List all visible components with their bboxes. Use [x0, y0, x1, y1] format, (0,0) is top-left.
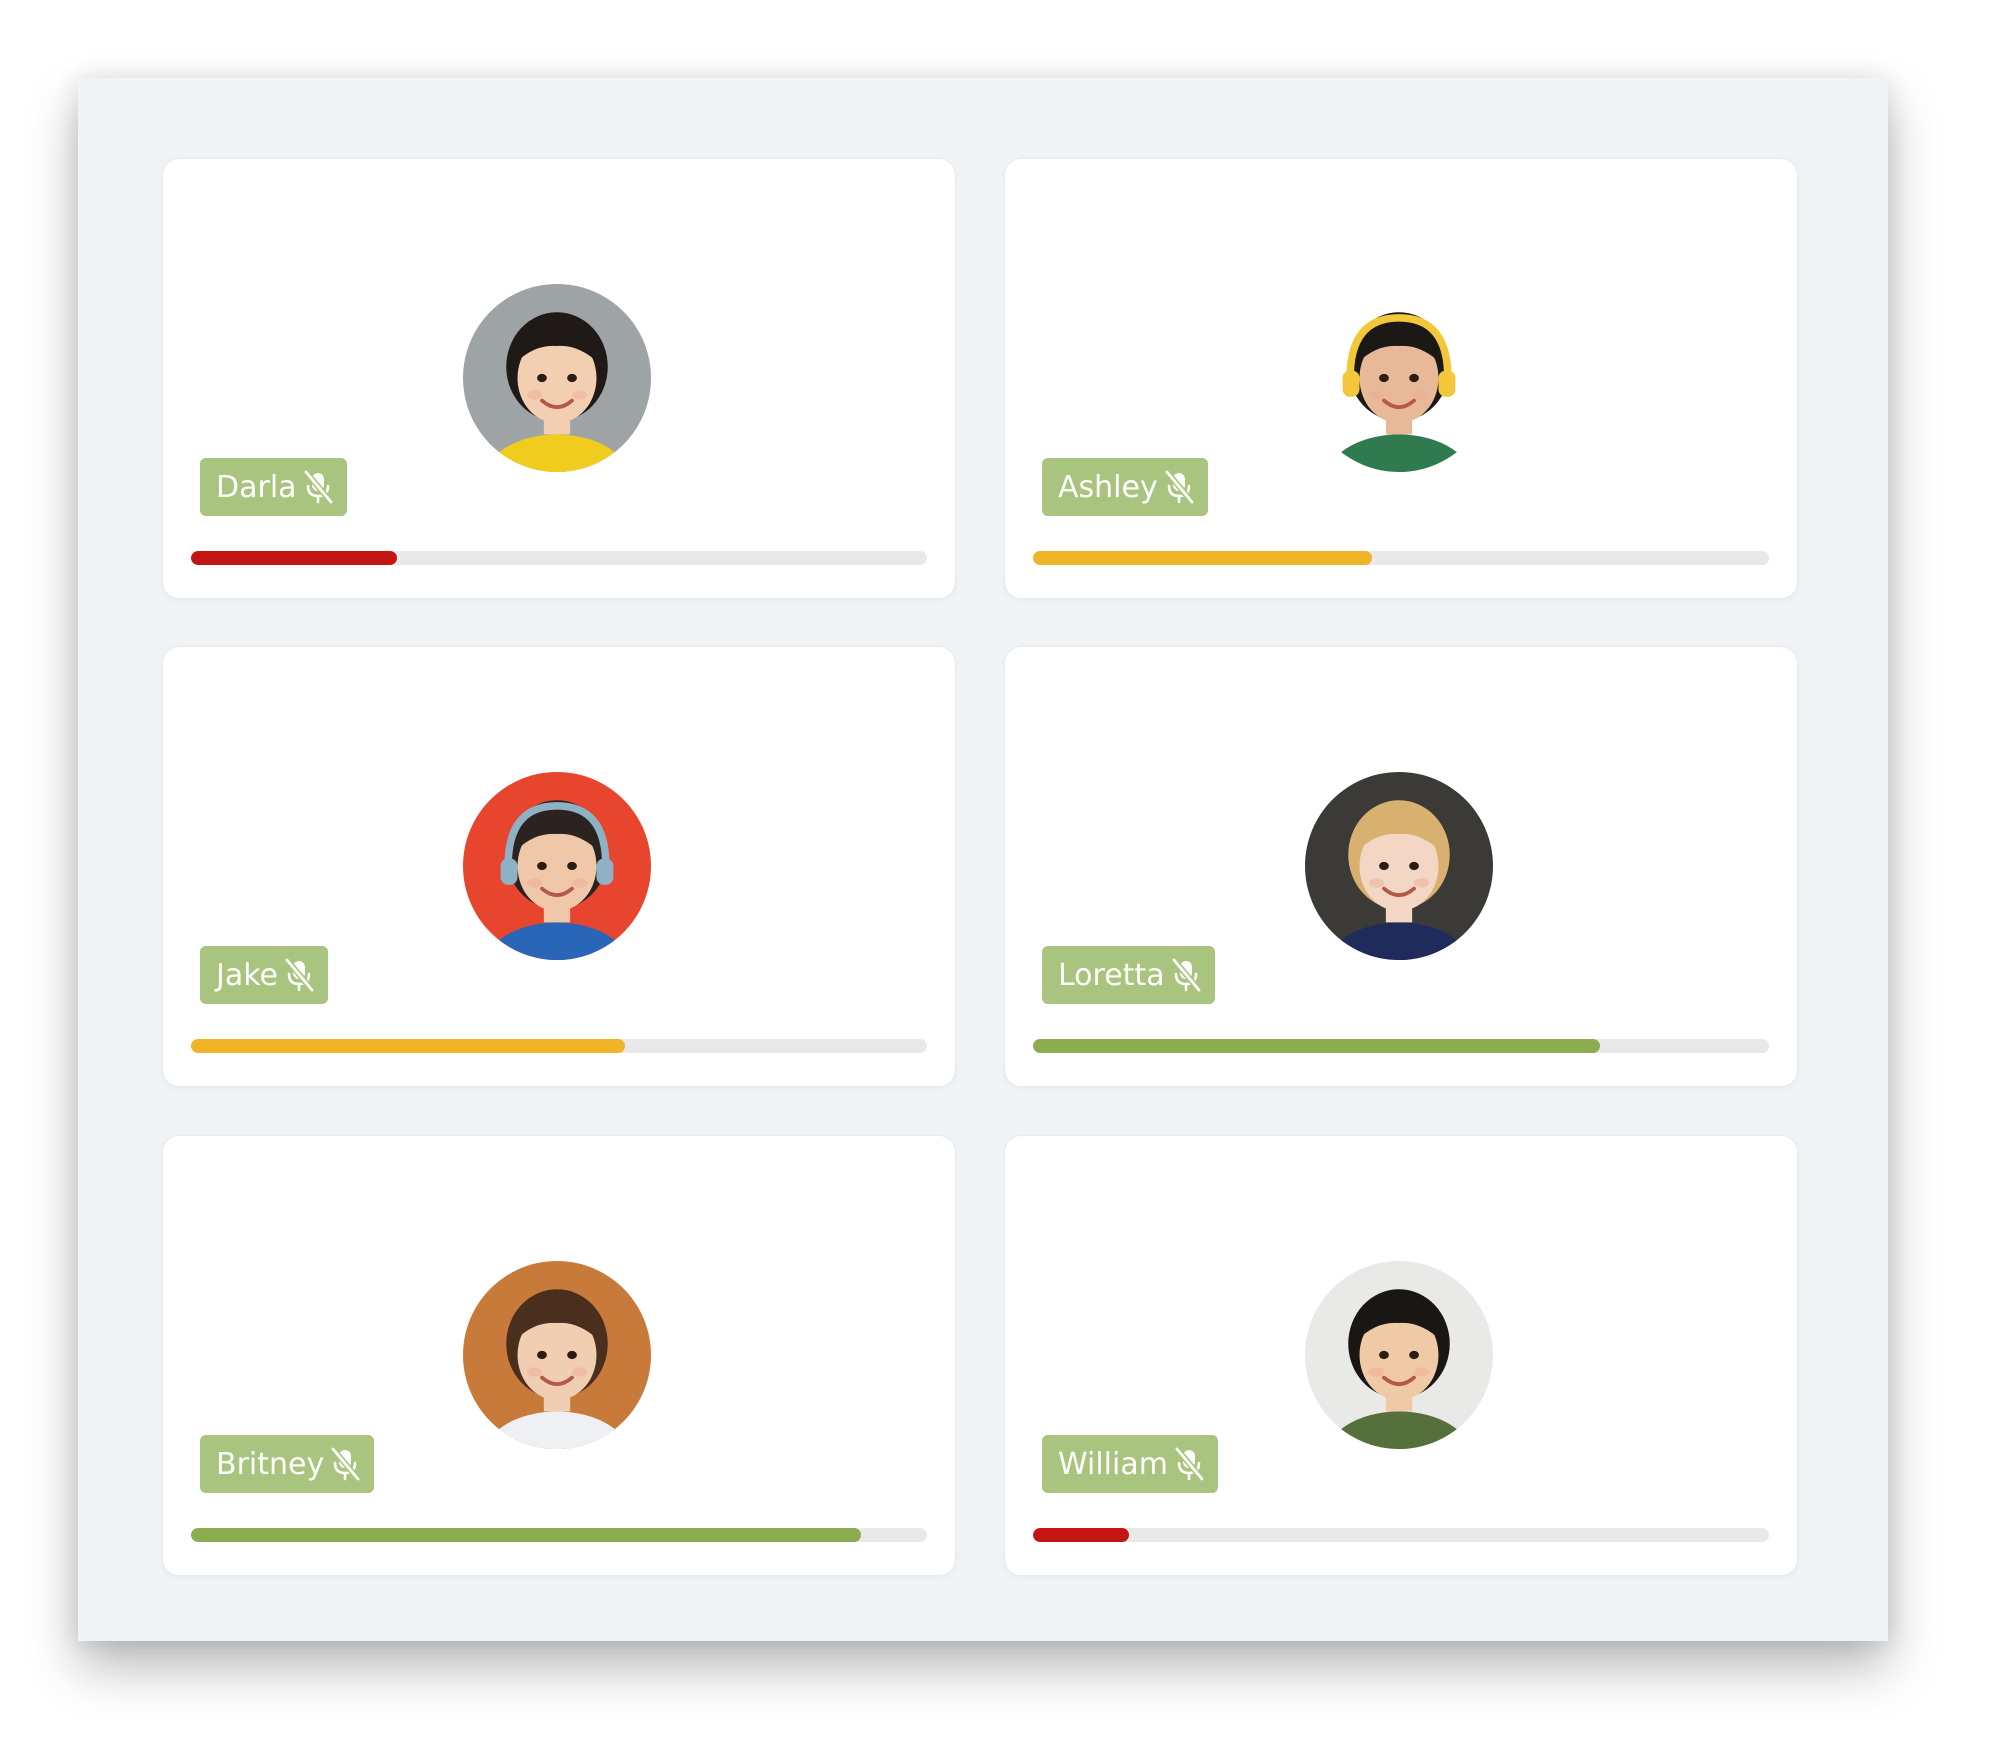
- participant-name: Britney: [216, 1446, 325, 1482]
- participant-card[interactable]: Darla: [163, 159, 955, 598]
- audio-level-bar: [1033, 1528, 1769, 1542]
- participants-panel: Darla Ashley Jake Loretta Britney Willia…: [78, 78, 1888, 1641]
- audio-level-fill: [1033, 1528, 1129, 1542]
- audio-level-fill: [191, 1039, 626, 1053]
- name-badge: Loretta: [1042, 946, 1215, 1004]
- participant-card[interactable]: William: [1005, 1136, 1797, 1575]
- participant-name: Ashley: [1058, 469, 1158, 505]
- participant-name: William: [1058, 1446, 1168, 1482]
- audio-level-fill: [191, 1528, 861, 1542]
- mic-muted-icon[interactable]: [301, 469, 335, 505]
- audio-level-bar: [191, 1039, 927, 1053]
- avatar: [1305, 284, 1493, 472]
- audio-level-fill: [1033, 1039, 1600, 1053]
- audio-level-bar: [1033, 551, 1769, 565]
- avatar: [463, 1261, 651, 1449]
- avatar: [1305, 1261, 1493, 1449]
- name-badge: Ashley: [1042, 458, 1208, 516]
- participant-name: Jake: [216, 957, 278, 993]
- avatar: [463, 284, 651, 472]
- name-badge: William: [1042, 1435, 1218, 1493]
- participant-name: Darla: [216, 469, 297, 505]
- avatar: [1305, 772, 1493, 960]
- mic-muted-icon[interactable]: [1172, 1446, 1206, 1482]
- participant-name: Loretta: [1058, 957, 1165, 993]
- audio-level-bar: [1033, 1039, 1769, 1053]
- mic-muted-icon[interactable]: [328, 1446, 362, 1482]
- mic-muted-icon[interactable]: [1162, 469, 1196, 505]
- audio-level-bar: [191, 551, 927, 565]
- avatar: [463, 772, 651, 960]
- audio-level-bar: [191, 1528, 927, 1542]
- mic-muted-icon[interactable]: [282, 957, 316, 993]
- mic-muted-icon[interactable]: [1169, 957, 1203, 993]
- name-badge: Jake: [200, 946, 328, 1004]
- participant-card[interactable]: Ashley: [1005, 159, 1797, 598]
- participant-card[interactable]: Britney: [163, 1136, 955, 1575]
- name-badge: Britney: [200, 1435, 375, 1493]
- audio-level-fill: [1033, 551, 1372, 565]
- participant-card[interactable]: Jake: [163, 647, 955, 1086]
- participant-card[interactable]: Loretta: [1005, 647, 1797, 1086]
- audio-level-fill: [191, 551, 398, 565]
- name-badge: Darla: [200, 458, 347, 516]
